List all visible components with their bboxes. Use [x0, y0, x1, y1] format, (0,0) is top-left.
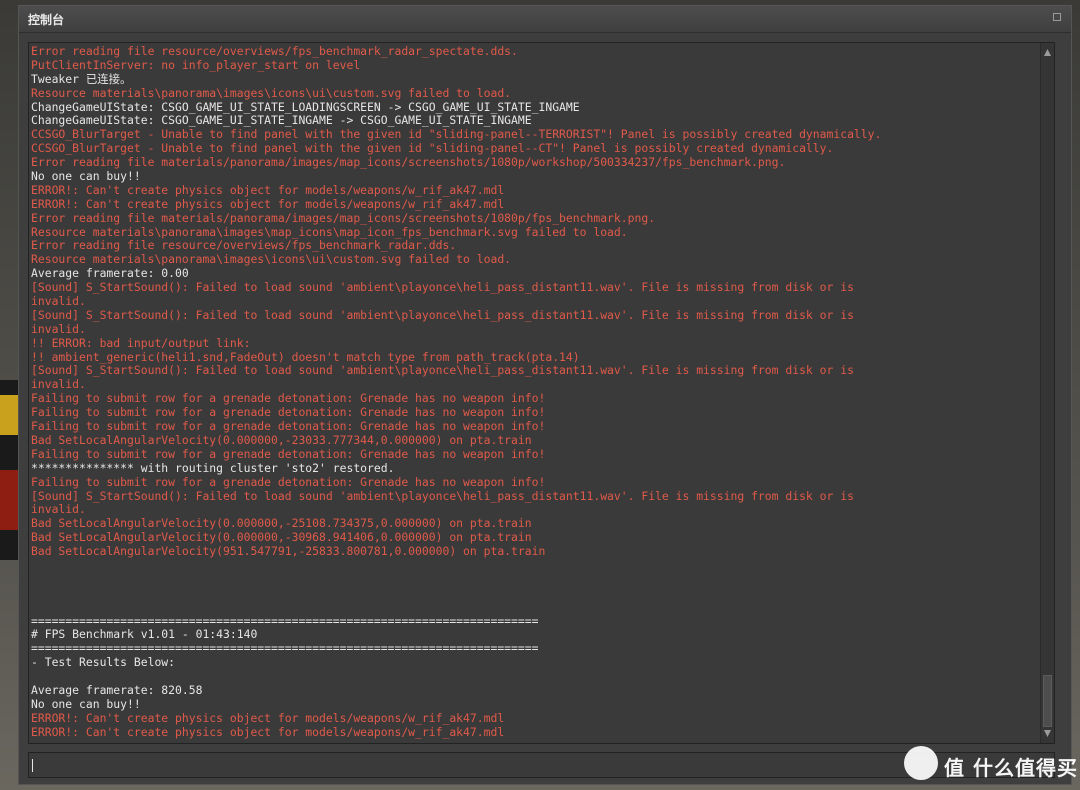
command-input-row[interactable] [28, 752, 1055, 778]
scroll-down-icon[interactable] [1044, 730, 1051, 737]
console-line: CCSGO_BlurTarget - Unable to find panel … [31, 127, 882, 142]
console-line: Tweaker 已连接。 [31, 71, 132, 86]
watermark-text: 值 什么值得买 [944, 756, 1078, 780]
console-line: invalid. [31, 294, 86, 309]
console-line: Failing to submit row for a grenade deto… [31, 474, 546, 489]
console-line: !! ERROR: bad input/output link: [31, 335, 251, 350]
console-line: Failing to submit row for a grenade deto… [31, 391, 546, 406]
console-line: invalid. [31, 377, 86, 392]
command-input[interactable] [29, 753, 1054, 777]
console-line: ========================================… [31, 641, 539, 656]
scroll-thumb[interactable] [1043, 675, 1052, 727]
console-log: Error reading file resource/overviews/fp… [31, 44, 1031, 740]
console-line: # FPS Benchmark v1.01 - 01:43:140 [31, 627, 258, 642]
console-line: ERROR!: Can't create physics object for … [31, 710, 505, 725]
console-line: ERROR!: Can't create physics object for … [31, 724, 505, 739]
window-title: 控制台 [28, 13, 65, 27]
console-line: Failing to submit row for a grenade deto… [31, 446, 546, 461]
console-line: Error reading file materials/panorama/im… [31, 210, 656, 225]
console-line: Resource materials\panorama\images\icons… [31, 85, 512, 100]
console-line: Error reading file resource/overviews/fp… [31, 238, 457, 253]
console-line: [Sound] S_StartSound(): Failed to load s… [31, 488, 854, 503]
game-background-sign-red [0, 470, 20, 530]
console-line: Bad SetLocalAngularVelocity(0.000000,-25… [31, 516, 532, 531]
console-line: Failing to submit row for a grenade deto… [31, 419, 546, 434]
console-line: PutClientInServer: no info_player_start … [31, 57, 361, 72]
console-line: invalid. [31, 321, 86, 336]
console-line: *************** with routing cluster 'st… [31, 460, 395, 475]
console-line: !! ambient_generic(heli1.snd,FadeOut) do… [31, 349, 580, 364]
window-titlebar[interactable]: 控制台 [19, 6, 1071, 33]
console-window: 控制台 Error reading file resource/overview… [18, 5, 1072, 785]
text-caret [32, 759, 33, 772]
console-line: Error reading file resource/overviews/fp… [31, 44, 518, 58]
console-line: invalid. [31, 502, 86, 517]
console-line: ERROR!: Can't create physics object for … [31, 196, 505, 211]
game-background-sign-yellow [0, 395, 18, 435]
console-line: ERROR!: Can't create physics object for … [31, 182, 505, 197]
maximize-icon[interactable] [1053, 13, 1061, 21]
console-line: No one can buy!! [31, 169, 141, 184]
console-line: Error reading file materials/panorama/im… [31, 155, 786, 170]
console-line: [Sound] S_StartSound(): Failed to load s… [31, 280, 854, 295]
console-line: Failing to submit row for a grenade deto… [31, 405, 546, 420]
scroll-up-icon[interactable] [1044, 49, 1051, 56]
console-line: [Sound] S_StartSound(): Failed to load s… [31, 307, 854, 322]
console-line: Resource materials\panorama\images\map_i… [31, 224, 628, 239]
console-line: Resource materials\panorama\images\icons… [31, 252, 512, 267]
console-line: - Test Results Below: [31, 655, 176, 670]
console-line: Average framerate: 820.58 [31, 682, 203, 697]
console-line: Bad SetLocalAngularVelocity(0.000000,-23… [31, 432, 532, 447]
console-line: ========================================… [31, 613, 539, 628]
watermark: 值 什么值得买 [904, 746, 1077, 782]
console-scrollbar[interactable] [1040, 43, 1054, 743]
watermark-logo-icon [904, 746, 938, 780]
console-line: ChangeGameUIState: CSGO_GAME_UI_STATE_IN… [31, 113, 532, 128]
console-line: [Sound] S_StartSound(): Failed to load s… [31, 363, 854, 378]
console-line: Average framerate: 0.00 [31, 266, 189, 281]
console-line: Bad SetLocalAngularVelocity(951.547791,-… [31, 544, 546, 559]
console-line: No one can buy!! [31, 696, 141, 711]
console-line: ChangeGameUIState: CSGO_GAME_UI_STATE_LO… [31, 99, 580, 114]
console-output: Error reading file resource/overviews/fp… [28, 42, 1055, 744]
console-line: Bad SetLocalAngularVelocity(0.000000,-30… [31, 530, 532, 545]
console-line: CCSGO_BlurTarget - Unable to find panel … [31, 141, 834, 156]
